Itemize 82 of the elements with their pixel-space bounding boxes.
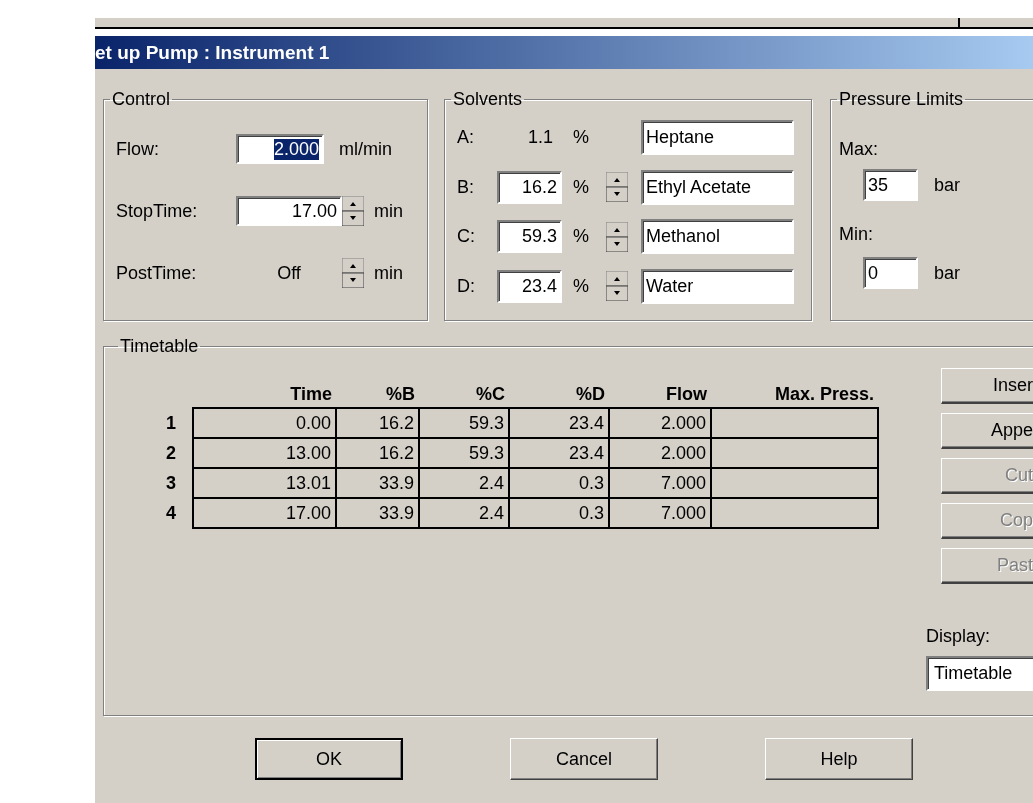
column-header: Max. Press. (711, 381, 878, 408)
table-cell[interactable] (711, 408, 878, 438)
field-label: Flow: (116, 138, 160, 160)
table-cell[interactable]: 59.3 (419, 408, 509, 438)
percent-field[interactable]: 59.3 (497, 220, 562, 254)
table-cell[interactable]: 0.00 (193, 408, 336, 438)
channel-label: C: (457, 226, 476, 248)
table-cell[interactable]: 0.3 (509, 468, 609, 498)
table-cell[interactable]: 2.4 (419, 468, 509, 498)
group-title: Pressure Limits (838, 89, 965, 109)
field-label: StopTime: (116, 200, 199, 222)
table-cell[interactable]: 2.4 (419, 498, 509, 528)
solvent-name-field[interactable]: Water (641, 268, 794, 304)
limit-label: Max: (839, 139, 879, 159)
table-cell[interactable]: 2.000 (609, 438, 711, 468)
table-cell[interactable]: 7.000 (609, 468, 711, 498)
spin-button[interactable] (606, 271, 628, 302)
column-header: %B (336, 381, 419, 408)
pressure-field[interactable]: 0 (863, 257, 918, 289)
table-cell[interactable]: 23.4 (509, 438, 609, 468)
spin-button[interactable] (342, 258, 364, 288)
row-number: 1 (150, 408, 193, 438)
table-cell[interactable] (711, 498, 878, 528)
solvent-name-field[interactable]: Heptane (641, 120, 794, 156)
table-cell[interactable]: 2.000 (609, 408, 711, 438)
spin-button[interactable] (342, 196, 364, 226)
percent-sign: % (573, 226, 589, 248)
table-cell[interactable]: 33.9 (336, 498, 419, 528)
percent-field[interactable]: 16.2 (497, 170, 562, 204)
table-cell[interactable]: 59.3 (419, 438, 509, 468)
display-dropdown[interactable]: Timetable (926, 656, 1033, 691)
percent-field[interactable]: 23.4 (497, 269, 562, 303)
table-cell[interactable]: 23.4 (509, 408, 609, 438)
time-field[interactable]: 17.00 (236, 196, 342, 226)
value-text: Off (277, 262, 301, 283)
spin-button[interactable] (606, 172, 628, 203)
table-cell[interactable]: 7.000 (609, 498, 711, 528)
channel-label: B: (457, 176, 475, 198)
display-label: Display: (926, 626, 992, 646)
solvent-name-field[interactable]: Methanol (641, 219, 794, 255)
dialog-button[interactable]: Help (765, 738, 913, 780)
pressure-field[interactable]: 35 (863, 169, 918, 201)
group-title: Solvents (452, 89, 524, 109)
row-number: 2 (150, 438, 193, 468)
unit-label: min (374, 262, 403, 284)
field-label: PostTime: (116, 262, 198, 284)
table-cell[interactable]: 17.00 (193, 498, 336, 528)
solvent-name-field[interactable]: Ethyl Acetate (641, 169, 794, 205)
dialog-button[interactable]: OK (255, 738, 403, 780)
channel-label: A: (457, 127, 475, 149)
table-cell[interactable]: 0.3 (509, 498, 609, 528)
limit-label: Min: (839, 224, 874, 244)
unit-label: min (374, 200, 403, 222)
unit-label: ml/min (339, 138, 392, 160)
percent-sign: % (573, 275, 589, 297)
table-action-button[interactable]: Inser (941, 368, 1033, 404)
row-number: 4 (150, 498, 193, 528)
group-title: Timetable (119, 336, 200, 356)
column-header: %C (419, 381, 509, 408)
percent-sign: % (573, 176, 589, 198)
table-cell[interactable]: 16.2 (336, 408, 419, 438)
row-number: 3 (150, 468, 193, 498)
percent-text: 1.1 (526, 127, 553, 149)
table-cell[interactable]: 13.00 (193, 438, 336, 468)
flow-field[interactable]: 2.000 (236, 134, 324, 164)
table-cell[interactable] (711, 468, 878, 498)
table-action-button[interactable]: Appe (941, 413, 1033, 449)
table-cell[interactable]: 33.9 (336, 468, 419, 498)
unit-label: bar (934, 262, 960, 284)
table-cell[interactable] (711, 438, 878, 468)
column-header: Flow (609, 381, 711, 408)
dialog-button[interactable]: Cancel (510, 738, 658, 780)
column-header: %D (509, 381, 609, 408)
table-cell[interactable]: 13.01 (193, 468, 336, 498)
unit-label: bar (934, 174, 960, 196)
column-header: Time (193, 381, 336, 408)
group-title: Control (111, 89, 172, 109)
table-cell[interactable]: 16.2 (336, 438, 419, 468)
channel-label: D: (457, 275, 476, 297)
window-title: et up Pump : Instrument 1 (95, 41, 330, 64)
spin-button[interactable] (606, 221, 628, 252)
percent-sign: % (573, 127, 589, 149)
